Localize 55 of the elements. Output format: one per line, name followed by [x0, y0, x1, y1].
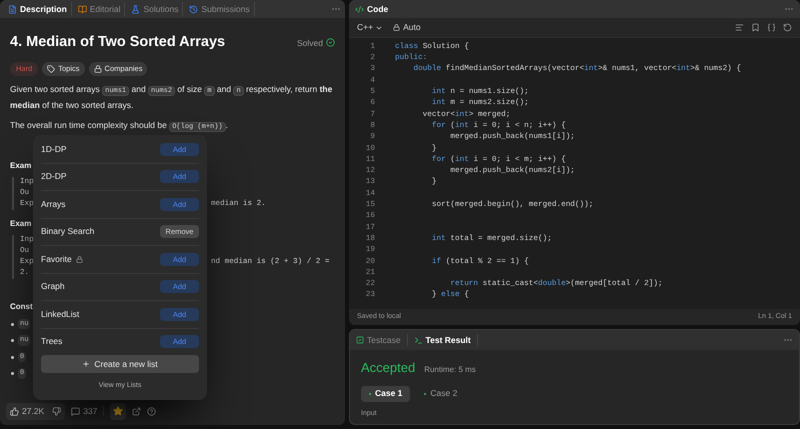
tab-icon: [189, 4, 198, 14]
verdict-text: Accepted: [361, 359, 416, 377]
list-name: LinkedList: [41, 308, 80, 321]
tab-icon: [8, 4, 17, 14]
panel-title: Code: [367, 2, 388, 16]
bullet-icon: [11, 356, 14, 358]
example-heading: Exam: [10, 218, 32, 230]
undo-icon[interactable]: [783, 23, 792, 32]
thumbs-up-icon: [10, 406, 19, 416]
help-icon[interactable]: [147, 406, 156, 416]
mode-button[interactable]: Auto: [393, 21, 421, 34]
case-tab[interactable]: Case 2: [416, 386, 466, 402]
plus-icon: [82, 360, 90, 368]
lock-icon: [393, 24, 400, 31]
list-name: Favorite: [41, 252, 72, 266]
tab-icon: [131, 4, 140, 14]
example-heading: Exam: [10, 160, 32, 172]
constraints-heading: Const: [10, 300, 33, 313]
checkbox-icon: [356, 336, 364, 344]
problem-title: 4. Median of Two Sorted Arrays: [10, 33, 226, 52]
panel-tab[interactable]: Submissions: [185, 2, 255, 16]
bullet-icon: [11, 372, 14, 375]
list-name: Arrays: [41, 198, 66, 211]
tab-icon: [78, 4, 87, 14]
create-list-button[interactable]: Create a new list: [41, 355, 199, 373]
bookmark-icon[interactable]: [751, 23, 760, 32]
language-select[interactable]: C++: [357, 21, 384, 34]
list-name: Graph: [41, 280, 65, 294]
thumbs-down-icon[interactable]: [52, 406, 62, 416]
code-icon: [355, 4, 364, 14]
bullet-icon: [11, 322, 14, 326]
star-icon: [113, 406, 124, 416]
comments-button[interactable]: 337: [71, 404, 98, 418]
result-tab[interactable]: Test Result: [414, 334, 478, 346]
lock-icon: [94, 64, 102, 73]
list-name: Binary Search: [41, 225, 94, 238]
panel-tab[interactable]: Editorial: [74, 2, 126, 16]
comment-icon: [71, 406, 80, 416]
list-name: 2D-DP: [41, 170, 67, 184]
case-tab[interactable]: Case 1: [361, 386, 410, 402]
terminal-icon: [414, 336, 423, 344]
list-name: 1D-DP: [41, 142, 67, 156]
tag-icon: [47, 64, 56, 73]
format-icon[interactable]: [735, 23, 744, 32]
check-icon: [326, 38, 335, 48]
braces-icon[interactable]: [767, 23, 776, 32]
solved-status: Solved: [297, 36, 323, 50]
favorite-button[interactable]: [110, 402, 126, 420]
share-icon[interactable]: [132, 406, 142, 416]
list-name: Trees: [41, 335, 62, 348]
panel-tab[interactable]: Description: [4, 2, 72, 16]
runtime-text: Runtime: 5 ms: [424, 364, 476, 376]
bullet-icon: [11, 339, 14, 342]
result-tab[interactable]: Testcase: [356, 334, 408, 346]
panel-tab[interactable]: Solutions: [127, 2, 184, 16]
